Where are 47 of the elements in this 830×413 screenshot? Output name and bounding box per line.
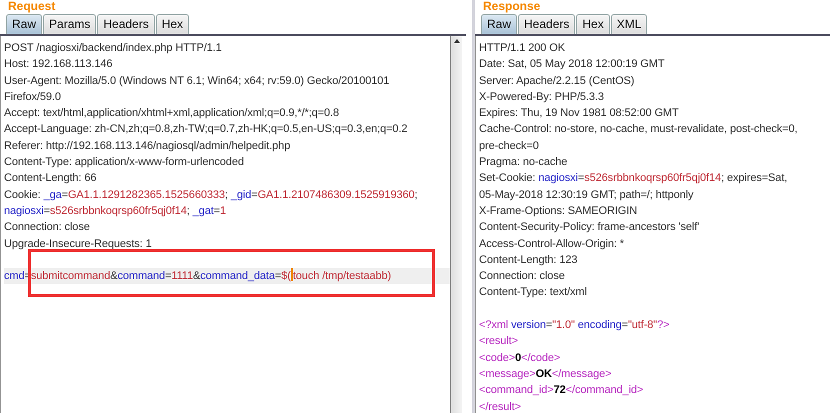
header-line: Content-Security-Policy: frame-ancestors 'self': [479, 220, 700, 236]
tab[interactable]: Raw: [481, 14, 518, 34]
header-line: pre-check=0: [479, 138, 540, 154]
body-line: <message>OK</message>: [479, 366, 612, 382]
tab[interactable]: Raw: [6, 14, 42, 34]
header-line: Upgrade-Insecure-Requests: 1: [4, 236, 153, 252]
request-title: Request: [7, 0, 56, 12]
header-line: Access-Control-Allow-Origin: *: [479, 236, 625, 252]
header-line: Accept: text/html,application/xhtml+xml,application/xml;q=0.9,*/*;q=0.8: [4, 106, 340, 122]
header-line: POST /nagiosxi/backend/index.php HTTP/1.1: [4, 41, 223, 56]
header-line: nagiosxi=s526srbbnkoqrsp60fr5qj0f14; _gat=1: [4, 204, 228, 219]
header-line: Date: Sat, 05 May 2018 12:00:19 GMT: [479, 57, 666, 72]
header-line: Firefox/59.0: [4, 90, 62, 105]
header-line: Server: Apache/2.2.15 (CentOS): [479, 74, 636, 89]
header-line: 05-May-2018 12:30:19 GMT; path=/; httponly: [479, 188, 694, 203]
header-line: Pragma: no-cache: [479, 155, 568, 170]
header-line: Content-Type: text/xml: [479, 285, 588, 300]
header-line: Cookie: _ga=GA1.1.1291282365.1525660333; _gid=GA1.1.2107486309.1525919360;: [4, 188, 418, 203]
tab[interactable]: Headers: [518, 14, 576, 34]
tab[interactable]: Hex: [576, 14, 610, 34]
response-title: Response: [482, 0, 540, 12]
header-line: Content-Length: 123: [479, 252, 578, 268]
body-line: <code>0</code>: [479, 350, 562, 366]
header-line: Referer: http://192.168.113.146/nagiosql/admin/helpedit.php: [4, 138, 292, 154]
header-line: Content-Length: 66: [4, 171, 98, 186]
scrollbar[interactable]: [450, 36, 462, 413]
tab[interactable]: Headers: [97, 14, 155, 34]
body-line: <result>: [479, 334, 519, 350]
body-line: <command_id>72</command_id>: [479, 383, 644, 398]
header-line: HTTP/1.1 200 OK: [479, 41, 566, 56]
header-line: X-Frame-Options: SAMEORIGIN: [479, 204, 638, 219]
header-line: X-Powered-By: PHP/5.3.3: [479, 90, 605, 105]
header-line: Host: 192.168.113.146: [4, 57, 114, 72]
header-line: Connection: close: [4, 220, 91, 236]
tab[interactable]: Hex: [156, 14, 190, 34]
body-line: <?xml version="1.0" encoding="utf-8"?>: [479, 318, 670, 334]
header-line: Set-Cookie: nagiosxi=s526srbbnkoqrsp60fr5qj0f14; expires=Sat,: [479, 171, 788, 186]
header-line: Cache-Control: no-store, no-cache, must-revalidate, post-check=0,: [479, 122, 798, 138]
tab[interactable]: Params: [43, 14, 96, 34]
header-line: Connection: close: [479, 269, 566, 284]
header-line: Expires: Thu, 19 Nov 1981 08:52:00 GMT: [479, 106, 680, 122]
header-line: Content-Type: application/x-www-form-urlencoded: [4, 155, 245, 170]
header-line: User-Agent: Mozilla/5.0 (Windows NT 6.1; Win64; x64; rv:59.0) Gecko/20100101: [4, 74, 390, 89]
body-line: </result>: [479, 400, 522, 413]
text-cursor: [290, 268, 293, 282]
tab[interactable]: XML: [610, 14, 648, 34]
header-line: Accept-Language: zh-CN,zh;q=0.8,zh-TW;q=0.7,zh-HK;q=0.5,en-US;q=0.3,en;q=0.2: [4, 122, 408, 138]
